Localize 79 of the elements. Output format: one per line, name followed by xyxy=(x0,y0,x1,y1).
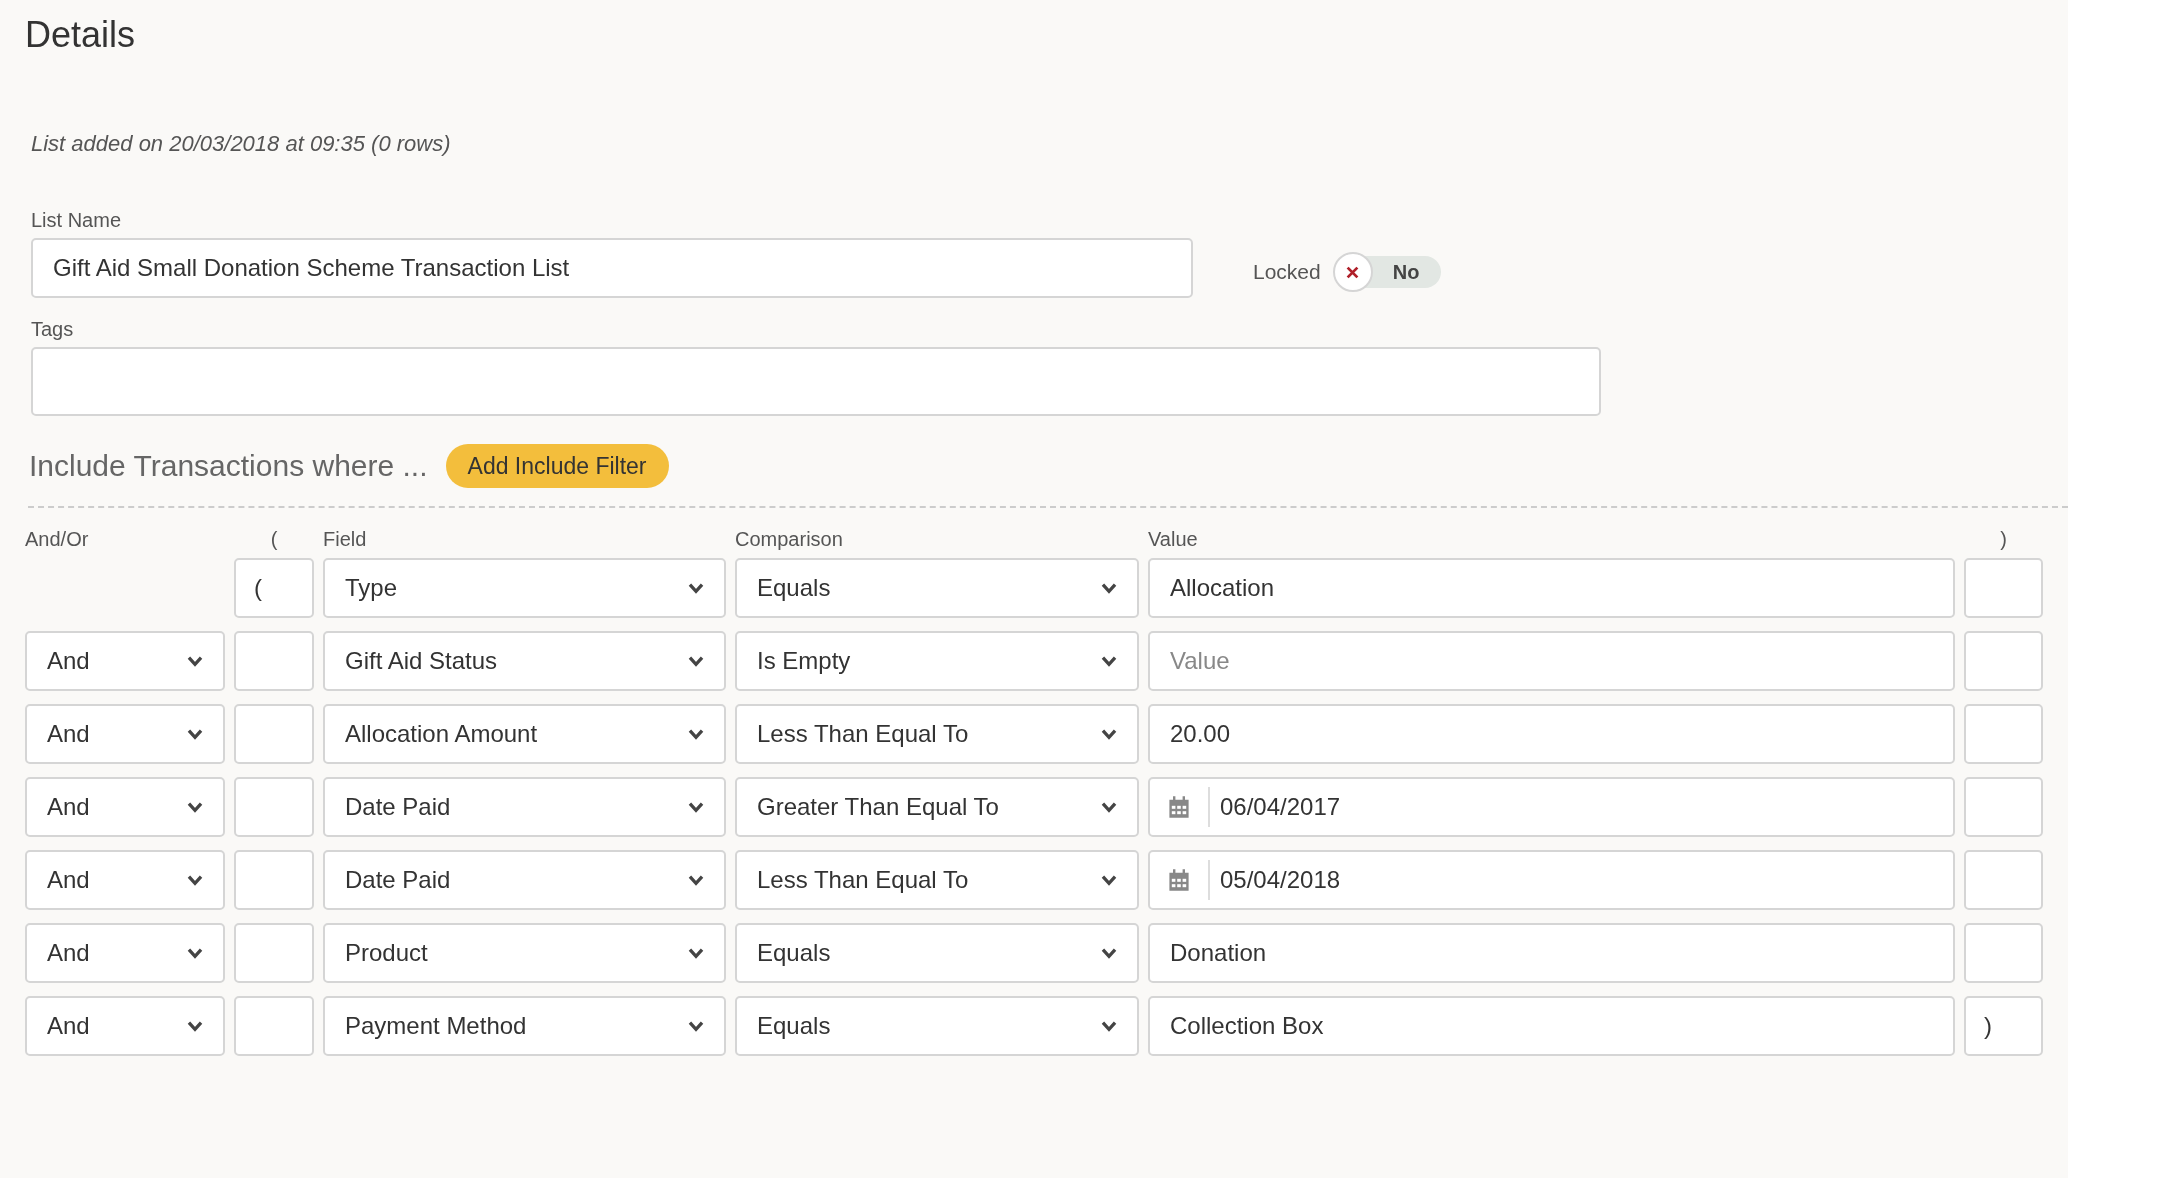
section-heading: Include Transactions where ... xyxy=(29,449,428,483)
list-name-field[interactable]: Gift Aid Small Donation Scheme Transaction List xyxy=(31,238,1193,298)
open-paren-field[interactable] xyxy=(234,850,314,910)
close-paren-field[interactable] xyxy=(1964,631,2043,691)
caret-icon xyxy=(1101,874,1117,886)
caret-icon xyxy=(688,1020,704,1032)
field-dropdown[interactable]: Type xyxy=(323,558,726,618)
caret-icon xyxy=(187,1020,203,1032)
value-field[interactable]: Allocation xyxy=(1148,558,1955,618)
column-header: ) xyxy=(1999,528,2008,551)
comparison-dropdown[interactable]: Equals xyxy=(735,558,1139,618)
caret-icon xyxy=(1101,801,1117,813)
field-dropdown[interactable]: Payment Method xyxy=(323,996,726,1056)
column-header: And/Or xyxy=(25,528,90,551)
close-paren-field[interactable]: ) xyxy=(1964,996,2043,1056)
open-paren-field[interactable] xyxy=(234,777,314,837)
caret-icon xyxy=(187,947,203,959)
field-label: Tags xyxy=(31,318,75,341)
open-paren-field[interactable]: ( xyxy=(234,558,314,618)
field-dropdown[interactable]: Date Paid xyxy=(323,777,726,837)
caret-icon xyxy=(688,728,704,740)
caret-icon xyxy=(1101,947,1117,959)
close-icon xyxy=(1346,265,1360,279)
value-field[interactable]: 20.00 xyxy=(1148,704,1955,764)
close-paren-field[interactable] xyxy=(1964,704,2043,764)
comparison-dropdown[interactable]: Less Than Equal To xyxy=(735,850,1139,910)
comparison-dropdown[interactable]: Equals xyxy=(735,923,1139,983)
caret-icon xyxy=(1101,655,1117,667)
and-or-dropdown[interactable]: And xyxy=(25,996,225,1056)
field-dropdown[interactable]: Gift Aid Status xyxy=(323,631,726,691)
column-header: Comparison xyxy=(735,528,844,551)
and-or-dropdown[interactable]: And xyxy=(25,850,225,910)
caret-icon xyxy=(688,947,704,959)
page-title: Details xyxy=(25,14,137,56)
caret-icon xyxy=(688,582,704,594)
calendar-icon xyxy=(1167,795,1191,819)
open-paren-field[interactable] xyxy=(234,631,314,691)
close-paren-field[interactable] xyxy=(1964,850,2043,910)
caret-icon xyxy=(688,655,704,667)
and-or-dropdown[interactable]: And xyxy=(25,631,225,691)
close-paren-field[interactable] xyxy=(1964,923,2043,983)
open-paren-field[interactable] xyxy=(234,704,314,764)
locked-label: Locked xyxy=(1253,260,1321,284)
caret-icon xyxy=(688,874,704,886)
open-paren-field[interactable] xyxy=(234,923,314,983)
caret-icon xyxy=(187,655,203,667)
and-or-dropdown[interactable]: And xyxy=(25,704,225,764)
field-dropdown[interactable]: Allocation Amount xyxy=(323,704,726,764)
value-field[interactable]: Donation xyxy=(1148,923,1955,983)
close-paren-field[interactable] xyxy=(1964,777,2043,837)
caret-icon xyxy=(1101,1020,1117,1032)
column-header: Value xyxy=(1148,528,1199,551)
column-header: Field xyxy=(323,528,368,551)
value-field[interactable]: Collection Box xyxy=(1148,996,1955,1056)
comparison-dropdown[interactable]: Equals xyxy=(735,996,1139,1056)
close-paren-field[interactable] xyxy=(1964,558,2043,618)
field-label: List Name xyxy=(31,209,123,232)
caret-icon xyxy=(187,801,203,813)
field-dropdown[interactable]: Date Paid xyxy=(323,850,726,910)
caret-icon xyxy=(187,728,203,740)
tags-field[interactable] xyxy=(31,347,1601,416)
column-header: ( xyxy=(269,528,279,551)
comparison-dropdown[interactable]: Is Empty xyxy=(735,631,1139,691)
and-or-dropdown[interactable]: And xyxy=(25,923,225,983)
caret-icon xyxy=(1101,582,1117,594)
caret-icon xyxy=(187,874,203,886)
date-field[interactable]: 06/04/2017 xyxy=(1148,777,1955,837)
date-field[interactable]: 05/04/2018 xyxy=(1148,850,1955,910)
field-dropdown[interactable]: Product xyxy=(323,923,726,983)
add-filter-button[interactable]: Add Include Filter xyxy=(445,444,669,488)
value-field[interactable]: Value xyxy=(1148,631,1955,691)
calendar-icon xyxy=(1167,868,1191,892)
comparison-dropdown[interactable]: Less Than Equal To xyxy=(735,704,1139,764)
caret-icon xyxy=(1101,728,1117,740)
caret-icon xyxy=(688,801,704,813)
and-or-dropdown[interactable]: And xyxy=(25,777,225,837)
comparison-dropdown[interactable]: Greater Than Equal To xyxy=(735,777,1139,837)
open-paren-field[interactable] xyxy=(234,996,314,1056)
list-info-text: List added on 20/03/2018 at 09:35 (0 rows) xyxy=(31,131,452,157)
